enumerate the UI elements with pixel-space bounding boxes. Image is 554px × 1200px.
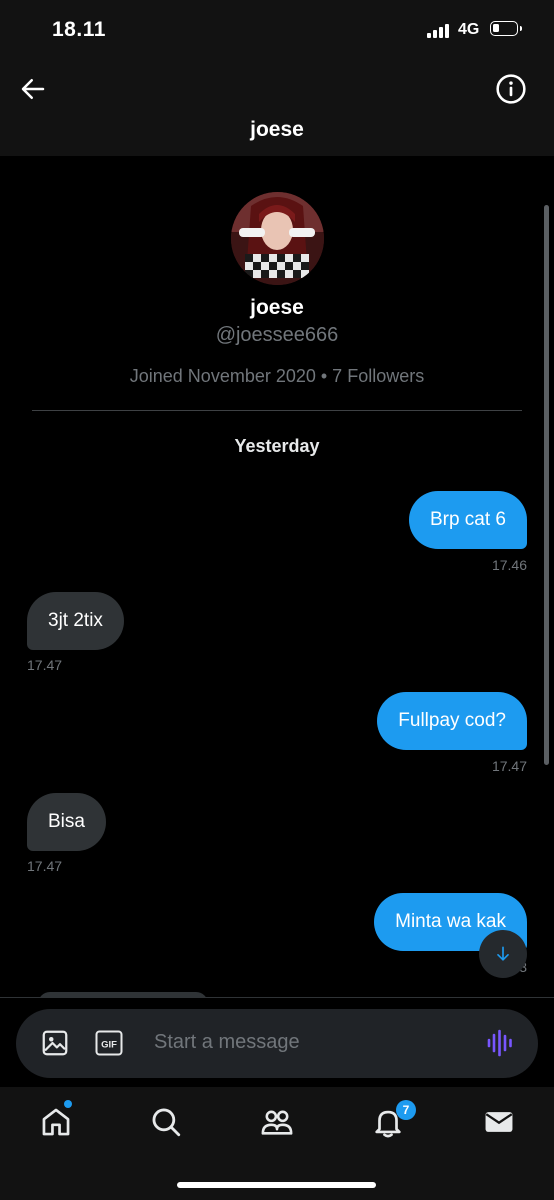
search-icon[interactable] xyxy=(149,1105,183,1139)
gif-icon[interactable]: GIF xyxy=(95,1030,123,1056)
message-timestamp: 17.47 xyxy=(491,758,527,774)
home-indicator xyxy=(177,1182,376,1188)
message-timestamp: 17.47 xyxy=(27,858,63,874)
message-input[interactable]: Start a message xyxy=(154,1031,300,1054)
arrow-down-icon xyxy=(497,946,509,961)
profile-meta: Joined November 2020 • 7 Followers xyxy=(129,366,425,386)
divider xyxy=(32,410,522,411)
message-bubble-outgoing[interactable]: Brp cat 6 xyxy=(408,491,527,549)
status-time: 18.11 xyxy=(52,18,106,41)
profile-handle[interactable]: @joessee666 xyxy=(0,324,554,347)
scrollbar[interactable] xyxy=(544,205,549,765)
image-icon[interactable] xyxy=(40,1028,70,1058)
back-arrow-icon[interactable] xyxy=(18,74,48,104)
gif-label: GIF xyxy=(101,1040,117,1051)
message-bubble-incoming[interactable]: 3jt 2tix xyxy=(27,592,124,650)
battery-icon xyxy=(490,21,522,36)
message-bubble-outgoing[interactable]: Fullpay cod? xyxy=(377,692,527,750)
profile-name[interactable]: joese xyxy=(0,296,554,320)
home-icon[interactable] xyxy=(39,1105,73,1139)
home-notification-dot xyxy=(64,1100,72,1108)
header-title: joese xyxy=(250,118,304,141)
network-type: 4G xyxy=(458,21,480,38)
message-timestamp: 17.47 xyxy=(27,657,63,673)
notifications-badge: 7 xyxy=(396,1100,416,1120)
scroll-to-bottom-button[interactable] xyxy=(479,930,527,978)
avatar[interactable] xyxy=(231,192,324,285)
voice-message-icon[interactable] xyxy=(486,1028,514,1058)
messages-icon[interactable] xyxy=(482,1105,516,1139)
communities-icon[interactable] xyxy=(260,1105,294,1139)
message-timestamp: 17.46 xyxy=(491,557,527,573)
day-separator: Yesterday xyxy=(234,436,320,456)
message-bubble-incoming[interactable]: Bisa xyxy=(27,793,106,851)
signal-icon xyxy=(427,24,453,38)
info-icon[interactable] xyxy=(495,73,527,105)
